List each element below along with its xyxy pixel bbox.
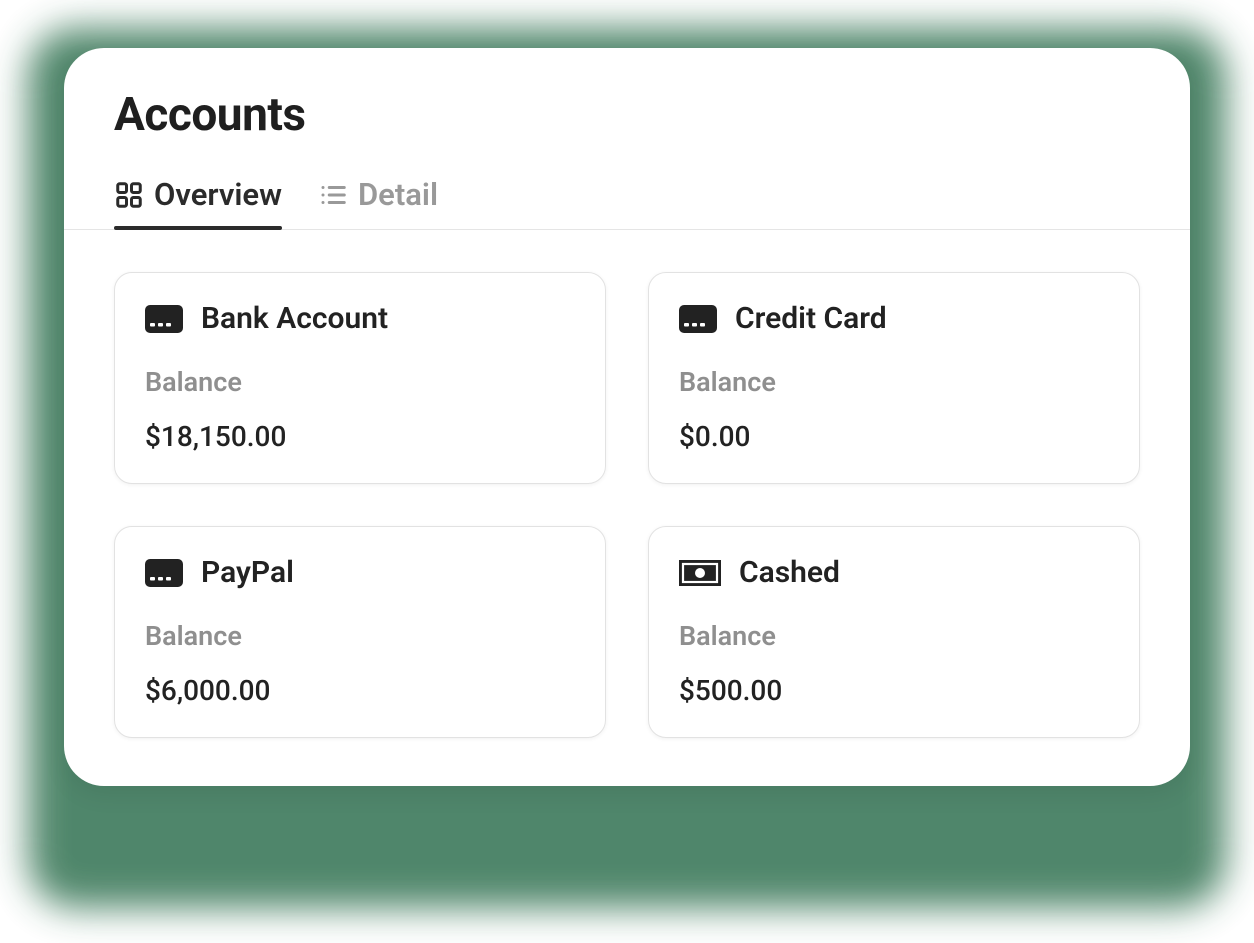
- tab-label: Detail: [358, 176, 438, 213]
- card-header: Cashed: [679, 555, 1109, 590]
- credit-card-icon: [679, 305, 717, 333]
- tab-detail[interactable]: Detail: [318, 176, 438, 229]
- balance-value: $500.00: [679, 674, 1109, 707]
- account-name: Cashed: [739, 555, 840, 590]
- balance-value: $0.00: [679, 420, 1109, 453]
- account-name: PayPal: [201, 555, 294, 590]
- grid-icon: [114, 180, 144, 210]
- credit-card-icon: [145, 559, 183, 587]
- cash-icon: [679, 560, 721, 586]
- account-card-cashed[interactable]: Cashed Balance $500.00: [648, 526, 1140, 738]
- tab-overview[interactable]: Overview: [114, 176, 282, 229]
- balance-value: $6,000.00: [145, 674, 575, 707]
- list-icon: [318, 180, 348, 210]
- balance-label: Balance: [679, 366, 1109, 398]
- tab-label: Overview: [154, 176, 282, 213]
- card-header: Credit Card: [679, 301, 1109, 336]
- account-card-paypal[interactable]: PayPal Balance $6,000.00: [114, 526, 606, 738]
- account-card-bank[interactable]: Bank Account Balance $18,150.00: [114, 272, 606, 484]
- account-name: Credit Card: [735, 301, 887, 336]
- tabs: Overview Detail: [64, 176, 1190, 230]
- credit-card-icon: [145, 305, 183, 333]
- balance-label: Balance: [145, 620, 575, 652]
- card-header: Bank Account: [145, 301, 575, 336]
- balance-value: $18,150.00: [145, 420, 575, 453]
- card-header: PayPal: [145, 555, 575, 590]
- accounts-panel: Accounts Overview: [64, 48, 1190, 786]
- accounts-grid: Bank Account Balance $18,150.00 Credit C…: [64, 230, 1190, 738]
- balance-label: Balance: [145, 366, 575, 398]
- balance-label: Balance: [679, 620, 1109, 652]
- account-card-credit[interactable]: Credit Card Balance $0.00: [648, 272, 1140, 484]
- account-name: Bank Account: [201, 301, 388, 336]
- page-title: Accounts: [64, 88, 1190, 142]
